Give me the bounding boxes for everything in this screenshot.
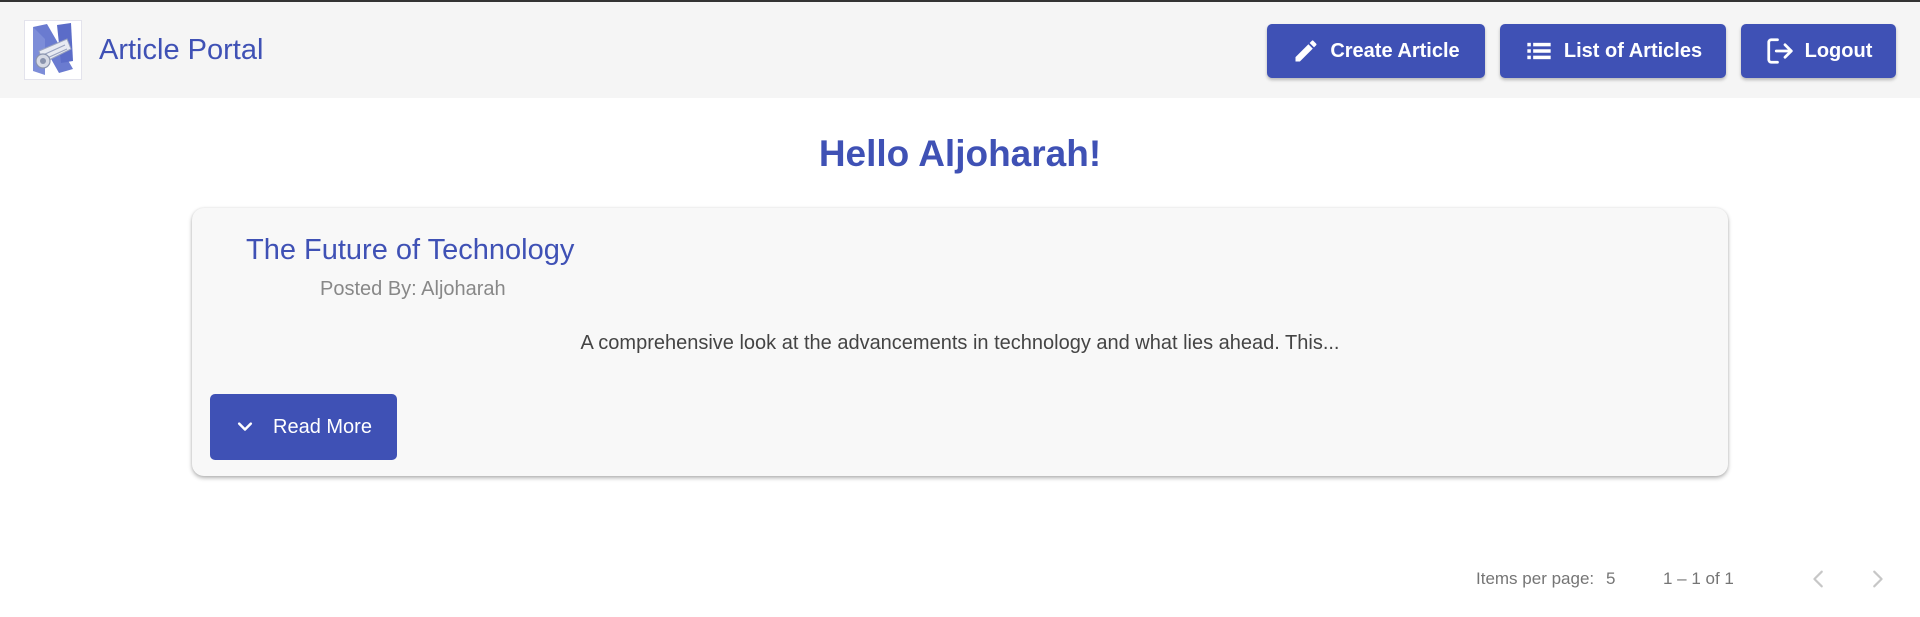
chevron-right-icon xyxy=(1873,570,1883,588)
next-page-button[interactable] xyxy=(1863,565,1891,593)
logout-label: Logout xyxy=(1804,39,1873,62)
list-of-articles-label: List of Articles xyxy=(1563,39,1703,62)
app-title: Article Portal xyxy=(99,34,264,66)
page-range-label: 1 – 1 of 1 xyxy=(1663,569,1734,588)
read-more-button[interactable]: Read More xyxy=(210,394,397,460)
list-icon xyxy=(1524,37,1554,65)
chevron-left-icon xyxy=(1813,570,1823,588)
list-of-articles-button[interactable]: List of Articles xyxy=(1500,24,1726,78)
pencil-icon xyxy=(1292,37,1320,65)
article-author: Posted By: Aljoharah xyxy=(320,278,506,300)
items-per-page-select[interactable]: 5 xyxy=(1606,568,1615,590)
logout-icon xyxy=(1765,36,1795,66)
newspaper-logo-icon[interactable] xyxy=(24,20,82,80)
previous-page-button[interactable] xyxy=(1805,565,1833,593)
top-navbar: Article Portal Create Article List of Ar… xyxy=(0,2,1920,98)
logout-button[interactable]: Logout xyxy=(1741,24,1896,78)
chevron-down-icon xyxy=(235,417,255,437)
create-article-label: Create Article xyxy=(1330,39,1460,62)
greeting-heading: Hello Aljoharah! xyxy=(818,133,1102,174)
article-title: The Future of Technology xyxy=(246,234,575,266)
article-card: The Future of Technology Posted By: Aljo… xyxy=(192,208,1728,476)
items-per-page-label: Items per page: xyxy=(1476,569,1595,588)
read-more-label: Read More xyxy=(273,415,372,438)
article-excerpt: A comprehensive look at the advancements… xyxy=(580,332,1340,354)
create-article-button[interactable]: Create Article xyxy=(1267,24,1485,78)
